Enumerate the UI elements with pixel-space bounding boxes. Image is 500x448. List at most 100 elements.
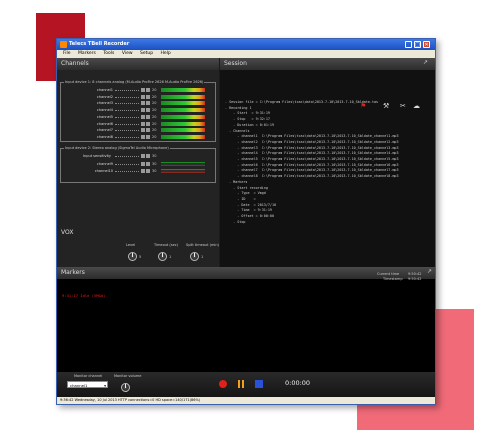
session-title: Session <box>220 58 435 70</box>
vox-split-knob[interactable] <box>190 252 199 261</box>
gain-down-button[interactable] <box>141 134 145 139</box>
session-tree-item[interactable]: - Stop <box>225 220 399 226</box>
menu-help[interactable]: Help <box>161 51 171 56</box>
divider <box>115 136 139 138</box>
channel-row: channel8 20 <box>61 134 211 140</box>
session-tree-item[interactable]: - channel5 C:\Program Files\tcac\data\20… <box>225 157 398 163</box>
device2-group: Input device 2: Stereo analog (SigmaTel … <box>60 146 216 183</box>
stop-button[interactable] <box>255 380 263 388</box>
vox-panel: VOX Level Timeout (sec) Split timeout (m… <box>57 227 219 267</box>
divider <box>115 171 139 172</box>
channel-name: channel3 <box>96 101 113 106</box>
session-tree-item[interactable]: - channel2 C:\Program Files\tcac\data\20… <box>225 140 398 146</box>
gain-up-button[interactable] <box>146 88 150 92</box>
device1-label: Input device 1: 8 channels analog (M-Aud… <box>64 80 205 84</box>
channel-gain: 20 <box>152 94 157 99</box>
timestamp-value: 9:50:42 <box>408 277 422 281</box>
gain-up-button[interactable] <box>146 94 150 99</box>
vox-timeout-knob[interactable] <box>158 252 167 261</box>
gain-down-button[interactable] <box>141 121 145 126</box>
divider <box>115 156 139 157</box>
divider <box>115 116 139 118</box>
session-tree[interactable]: - Session file = C:\Program Files\tcac\d… <box>225 100 399 225</box>
channel-gain: 30 <box>152 169 157 173</box>
gain-down-button[interactable] <box>141 128 145 133</box>
gain-up-button[interactable] <box>146 114 150 119</box>
gain-down-button[interactable] <box>141 162 145 166</box>
gain-down-button[interactable] <box>141 94 145 99</box>
session-lower-area <box>220 227 435 267</box>
vox-level-label: Level <box>126 243 136 247</box>
gain-down-button[interactable] <box>141 169 145 173</box>
vox-split-value: 1 <box>201 255 204 259</box>
vox-level-knob[interactable] <box>128 252 137 261</box>
gain-up-button[interactable] <box>146 162 150 166</box>
timestamp-label: Timestamp <box>383 277 403 281</box>
input-sensitivity-row: Input sensitivity 30 <box>61 153 211 159</box>
minimize-icon[interactable]: _ <box>405 41 412 48</box>
maximize-icon[interactable]: □ <box>414 41 421 48</box>
close-icon[interactable]: ✕ <box>423 41 430 48</box>
channel-row: channel9 30 <box>61 161 211 167</box>
channel-name: channel4 <box>96 108 113 113</box>
divider <box>115 90 139 91</box>
channel-row: channel4 20 <box>61 107 211 113</box>
menu-file[interactable]: File <box>63 51 71 56</box>
divider <box>115 123 139 125</box>
status-text: 9:36:42 Wednesday, 10 Jul 2013 HTTP conn… <box>60 398 201 402</box>
menu-setup[interactable]: Setup <box>140 51 153 56</box>
gain-up-button[interactable] <box>146 121 150 126</box>
recording-timer: 0:00:00 <box>285 379 311 387</box>
session-tree-item[interactable]: - Session file = C:\Program Files\tcac\d… <box>225 100 399 106</box>
gain-up-button[interactable] <box>146 101 150 106</box>
gain-up-button[interactable] <box>146 108 150 113</box>
monitor-channel-select[interactable]: channel1 ▾ <box>67 381 108 388</box>
gain-down-button[interactable] <box>141 88 145 92</box>
level-meter <box>161 114 205 119</box>
channel-gain: 20 <box>152 114 157 119</box>
pause-button[interactable] <box>237 380 245 388</box>
scissors-icon[interactable]: ✂ <box>400 103 406 110</box>
device1-group: Input device 1: 8 channels analog (M-Aud… <box>60 80 216 142</box>
input-sensitivity-label: Input sensitivity <box>83 154 111 158</box>
menu-bar: File Markers Tools View Setup Help <box>57 50 435 58</box>
level-meter <box>161 134 205 139</box>
panel-arrow-icon[interactable]: ↗ <box>423 59 428 66</box>
channel-row: channel1 20 <box>61 87 211 93</box>
menu-tools[interactable]: Tools <box>103 51 114 56</box>
gain-down-button[interactable] <box>141 114 145 119</box>
marker-entry[interactable]: 9:31:17 Idle (VMGd) <box>62 293 105 298</box>
gain-up-button[interactable] <box>146 128 150 133</box>
menu-view[interactable]: View <box>122 51 133 56</box>
channel-row: channel2 20 <box>61 94 211 100</box>
channel-row: channel6 20 <box>61 121 211 127</box>
gain-down-button[interactable] <box>141 108 145 113</box>
monitor-volume-knob[interactable] <box>121 383 130 392</box>
record-button[interactable] <box>219 380 227 388</box>
gain-up-button[interactable] <box>146 134 150 139</box>
channel-gain: 20 <box>152 128 157 133</box>
gain-up-button[interactable] <box>146 169 150 173</box>
level-meter <box>161 169 205 173</box>
menu-markers[interactable]: Markers <box>78 51 96 56</box>
channel-name: channel7 <box>96 128 113 133</box>
cloud-icon[interactable]: ☁ <box>413 103 420 110</box>
window-title: Telecs TBell Recorder <box>69 41 130 47</box>
channel-row: channel5 20 <box>61 114 211 120</box>
sensitivity-up-button[interactable] <box>146 154 150 158</box>
channel-name: channel9 <box>96 162 113 166</box>
session-tree-item[interactable]: - channel8 C:\Program Files\tcac\data\20… <box>225 174 398 180</box>
monitor-volume-label: Monitor volume <box>114 374 142 378</box>
channel-name: channel1 <box>96 88 113 92</box>
sensitivity-down-button[interactable] <box>141 154 145 158</box>
channel-row: channel10 30 <box>61 168 211 174</box>
level-meter <box>161 162 205 166</box>
panel-arrow-icon[interactable]: ↗ <box>427 268 432 275</box>
vox-title: VOX <box>61 229 74 236</box>
level-meter <box>161 94 205 99</box>
gain-down-button[interactable] <box>141 101 145 106</box>
level-meter <box>161 108 205 113</box>
level-meter <box>161 128 205 133</box>
channel-gain: 20 <box>152 121 157 126</box>
level-meter <box>161 88 205 92</box>
